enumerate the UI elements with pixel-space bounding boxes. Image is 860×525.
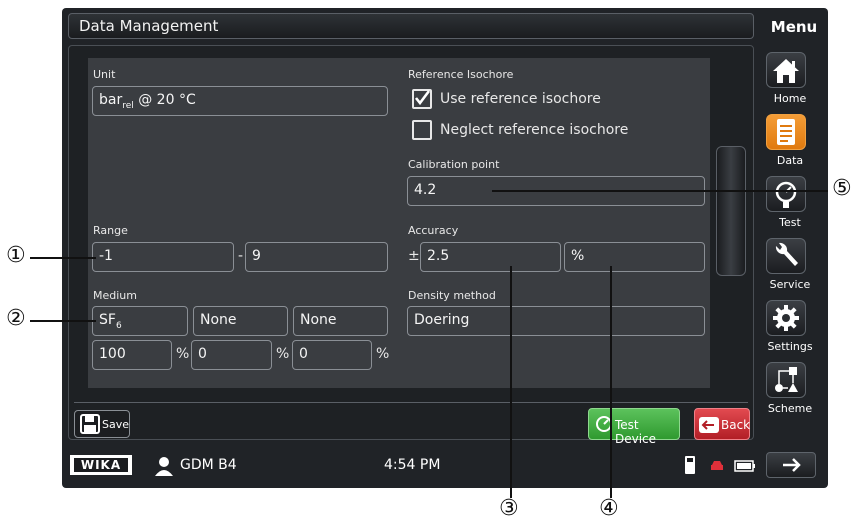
- sidebar-item-settings[interactable]: Settings: [762, 300, 818, 362]
- callout-2: ②: [6, 306, 26, 331]
- sidebar-item-label: Home: [773, 92, 807, 105]
- neglect-ref-isochore-checkbox[interactable]: [412, 120, 432, 140]
- back-arrow-icon: [699, 417, 719, 433]
- unit-field[interactable]: barrel @ 20 °C: [92, 86, 388, 116]
- ref-isochore-label: Reference Isochore: [408, 68, 514, 81]
- range-max-field[interactable]: 9: [245, 242, 388, 272]
- page-title: Data Management: [79, 17, 219, 35]
- medium-gas-2-field[interactable]: None: [193, 306, 288, 336]
- car-icon: [711, 461, 723, 470]
- density-field[interactable]: Doering: [407, 306, 705, 336]
- medium-pct-3-field[interactable]: 0: [292, 340, 372, 370]
- divider: [74, 402, 748, 403]
- sidebar-item-label: Scheme: [767, 402, 813, 415]
- sidebar-item-label: Test: [779, 216, 801, 229]
- callout-line: [492, 190, 828, 192]
- range-label: Range: [93, 224, 128, 237]
- clock: 4:54 PM: [384, 457, 441, 473]
- medium-pct-1-field[interactable]: 100: [92, 340, 172, 370]
- use-ref-isochore-checkbox[interactable]: [412, 89, 432, 109]
- user-name: GDM B4: [180, 457, 237, 473]
- data-icon: [766, 114, 806, 150]
- usb-icon: [685, 456, 695, 474]
- save-icon: [80, 414, 100, 434]
- arrow-right-icon: [783, 458, 801, 472]
- calibration-label: Calibration point: [408, 158, 500, 171]
- callout-line: [30, 257, 96, 259]
- battery-icon: [734, 460, 755, 472]
- sidebar-item-test[interactable]: Test: [762, 176, 818, 238]
- neglect-ref-isochore-label: Neglect reference isochore: [440, 122, 629, 138]
- percent-label: %: [176, 346, 190, 362]
- back-button[interactable]: Back: [694, 408, 750, 440]
- accuracy-unit-field[interactable]: %: [564, 242, 705, 272]
- title-bar: Data Management: [68, 13, 754, 39]
- next-button[interactable]: [766, 452, 816, 478]
- sidebar-item-label: Service: [769, 278, 811, 291]
- callout-3: ③: [499, 496, 519, 521]
- wrench-icon: [766, 238, 806, 274]
- range-separator: -: [238, 248, 244, 264]
- density-label: Density method: [408, 289, 496, 302]
- callout-line: [30, 320, 96, 322]
- callout-1: ①: [6, 243, 26, 268]
- medium-label: Medium: [93, 289, 137, 302]
- sidebar-item-label: Data: [776, 154, 804, 167]
- medium-pct-2-field[interactable]: 0: [191, 340, 272, 370]
- callout-4: ④: [599, 496, 619, 521]
- wika-logo: WIKA: [70, 455, 132, 475]
- percent-label: %: [376, 346, 390, 362]
- callout-5: ⑤: [832, 176, 852, 201]
- sidebar-item-home[interactable]: Home: [762, 52, 818, 114]
- scheme-icon: [766, 362, 806, 398]
- checkmark-icon: [414, 90, 431, 106]
- status-bar: WIKA GDM B4 4:54 PM: [68, 452, 755, 480]
- sidebar-item-data[interactable]: Data: [762, 114, 818, 176]
- menu-title: Menu: [770, 18, 818, 36]
- plus-minus-label: ±: [408, 248, 420, 264]
- user-icon: [155, 457, 173, 476]
- percent-label: %: [276, 346, 290, 362]
- range-min-field[interactable]: -1: [92, 242, 234, 272]
- accuracy-value-field[interactable]: 2.5: [420, 242, 561, 272]
- gear-icon: [766, 300, 806, 336]
- sidebar-item-label: Settings: [767, 340, 813, 353]
- callout-line: [510, 266, 512, 498]
- accuracy-label: Accuracy: [408, 224, 459, 237]
- sidebar-item-service[interactable]: Service: [762, 238, 818, 300]
- sidebar-item-scheme[interactable]: Scheme: [762, 362, 818, 424]
- callout-line: [610, 266, 612, 498]
- use-ref-isochore-label: Use reference isochore: [440, 91, 601, 107]
- medium-gas-3-field[interactable]: None: [293, 306, 388, 336]
- test-icon: [766, 176, 806, 212]
- medium-gas-1-field[interactable]: SF6: [92, 306, 188, 336]
- scrollbar[interactable]: [716, 146, 746, 276]
- test-device-button[interactable]: Test Device: [588, 408, 680, 446]
- save-button[interactable]: Save: [74, 410, 130, 438]
- unit-label: Unit: [93, 68, 116, 81]
- home-icon: [766, 52, 806, 88]
